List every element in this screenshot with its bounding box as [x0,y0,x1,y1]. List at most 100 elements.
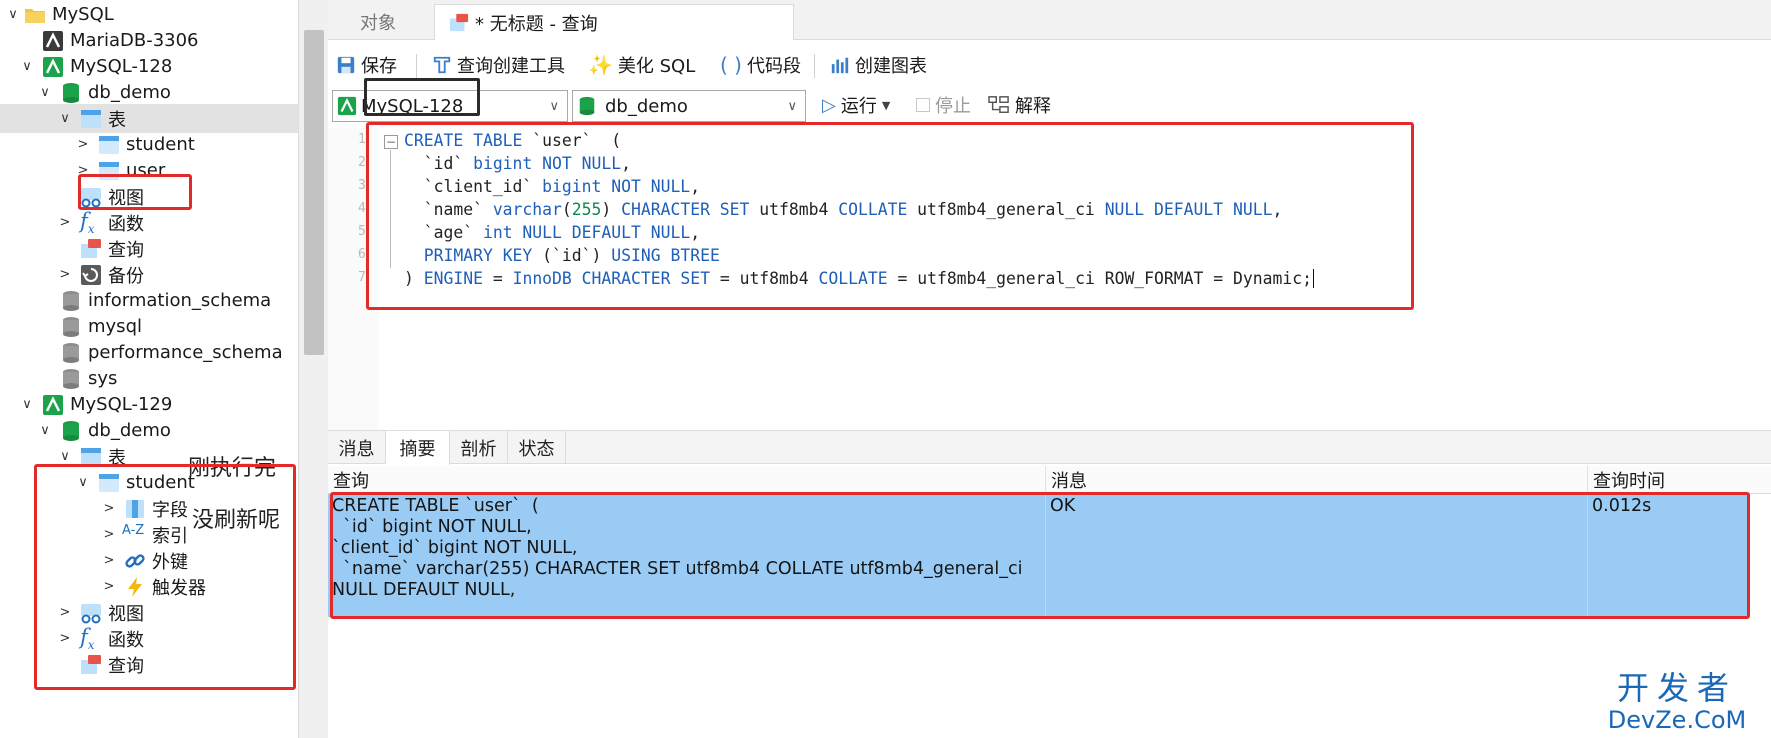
toolbar-separator [814,54,815,78]
code-snippet-button[interactable]: ( ) 代码段 [720,52,801,78]
tree-item-triggers[interactable]: > 触发器 [0,572,298,601]
table-folder-icon [81,110,101,128]
view-icon [81,188,101,208]
tree-scrollbar-thumb[interactable] [304,30,324,355]
chevron-down-icon[interactable]: ∨ [74,475,92,490]
tab-summary[interactable]: 摘要 [386,431,450,465]
tree-item-queries[interactable]: 查询 [0,234,298,263]
query-builder-button[interactable]: 查询创建工具 [432,52,565,78]
chevron-right-icon[interactable]: > [100,553,118,568]
chevron-right-icon[interactable]: > [100,579,118,594]
query-toolbar: MySQL-128 ∨ db_demo ∨ ▷ 运行 ▼ 停止 解释 [328,78,1771,126]
tree-item-mysql-129[interactable]: ∨ MySQL-129 [0,390,298,419]
tree-item-performance-schema[interactable]: performance_schema [0,338,298,367]
tree-item-label: student [126,472,195,493]
tree-item-mysql-folder[interactable]: ∨ MySQL [0,0,298,29]
tree-item-user[interactable]: > user [0,156,298,185]
tree-item-label: 外键 [152,551,188,573]
tab-profile[interactable]: 剖析 [450,431,508,464]
folder-icon [25,9,45,23]
chevron-down-icon[interactable]: ∨ [36,85,54,100]
database-select[interactable]: db_demo ∨ [572,90,806,122]
tab-status[interactable]: 状态 [508,431,566,464]
run-button[interactable]: ▷ 运行 ▼ [822,92,890,118]
database-icon [63,421,79,441]
column-header-message[interactable]: 消息 [1046,466,1588,494]
code-line-1: CREATE TABLE `user` ( [404,131,622,150]
caret-down-icon[interactable]: ▼ [882,99,890,112]
tree-item-functions-129[interactable]: > fx 函数 [0,624,298,653]
tree-item-queries-129[interactable]: 查询 [0,650,298,679]
tree-item-information-schema[interactable]: information_schema [0,286,298,315]
mariadb-connection-icon [43,31,63,51]
database-icon [63,83,79,103]
tree-item-backups[interactable]: > 备份 [0,260,298,289]
tree-item-student[interactable]: > student [0,130,298,159]
tree-item-tables[interactable]: ∨ 表 [0,104,298,133]
database-icon [63,291,79,311]
tree-item-db-demo[interactable]: ∨ db_demo [0,78,298,107]
fold-collapse-icon[interactable]: − [384,135,398,149]
play-icon: ▷ [822,94,836,116]
tree-item-label: MariaDB-3306 [70,30,199,51]
tree-item-mariadb-3306[interactable]: MariaDB-3306 [0,26,298,55]
tree-scrollbar[interactable] [298,0,328,738]
chevron-right-icon[interactable]: > [100,527,118,542]
chevron-right-icon[interactable]: > [100,501,118,516]
tree-item-db-demo-129[interactable]: ∨ db_demo [0,416,298,445]
tree-item-foreign-keys[interactable]: > 外键 [0,546,298,575]
tree-item-views[interactable]: 视图 [0,182,298,211]
chevron-right-icon[interactable]: > [56,605,74,620]
stop-button[interactable]: 停止 [916,92,971,118]
result-tab-bar: 消息 摘要 剖析 状态 [328,430,1771,465]
beautify-sql-button[interactable]: ✨ 美化 SQL [588,52,695,78]
explain-button[interactable]: 解释 [988,92,1051,118]
watermark-line-2: DevZe.CoM [1607,706,1747,734]
column-header-query[interactable]: 查询 [328,466,1046,494]
chevron-down-icon[interactable]: ∨ [56,449,74,464]
tree-item-label: db_demo [88,82,171,103]
tree-item-label: 索引 [152,525,188,547]
save-button[interactable]: 保存 [336,52,397,78]
connection-select[interactable]: MySQL-128 ∨ [332,90,568,122]
tree-item-mysql-db[interactable]: mysql [0,312,298,341]
create-chart-button[interactable]: 创建图表 [830,52,927,78]
tree-item-label: 函数 [108,213,144,235]
tree-item-sys[interactable]: sys [0,364,298,393]
foreign-key-icon [125,554,145,568]
cell-message[interactable]: OK [1046,494,1588,617]
chevron-down-icon[interactable]: ∨ [18,397,36,412]
cell-query[interactable]: CREATE TABLE `user` ( `id` bigint NOT NU… [328,494,1046,617]
tab-messages[interactable]: 消息 [328,431,386,464]
tree-item-label: MySQL-128 [70,56,173,77]
tree-item-label: mysql [88,316,142,337]
chevron-down-icon[interactable]: ∨ [18,59,36,74]
tree-item-mysql-128[interactable]: ∨ MySQL-128 [0,52,298,81]
tab-objects[interactable]: 对象 [328,4,428,40]
fields-icon [126,500,144,518]
table-row[interactable]: CREATE TABLE `user` ( `id` bigint NOT NU… [328,494,1748,617]
tree-item-label: information_schema [88,290,272,311]
chevron-right-icon[interactable]: > [56,267,74,282]
tree-item-functions[interactable]: > fx 函数 [0,208,298,237]
column-header-query-time[interactable]: 查询时间 [1588,466,1771,494]
code-line-3: `client_id` bigint NOT NULL, [404,177,701,196]
line-number: 5 [358,224,366,239]
tree-item-label: 触发器 [152,577,206,599]
line-number: 2 [358,155,366,170]
sql-editor[interactable]: 1 2 3 4 5 6 7 − CREATE TABLE `user` ( `i… [328,122,1771,430]
tab-untitled-query[interactable]: * 无标题 - 查询 [434,4,794,40]
cell-query-time[interactable]: 0.012s [1588,494,1748,617]
backup-icon [81,265,101,285]
chevron-down-icon[interactable]: ∨ [56,111,74,126]
chevron-down-icon[interactable]: ∨ [36,423,54,438]
chevron-right-icon[interactable]: > [56,215,74,230]
chevron-right-icon[interactable]: > [74,163,92,178]
code-line-5: `age` int NULL DEFAULT NULL, [404,223,701,242]
chevron-right-icon[interactable]: > [74,137,92,152]
chart-icon [831,57,849,74]
chevron-down-icon[interactable]: ∨ [4,7,22,22]
tree-item-views-129[interactable]: > 视图 [0,598,298,627]
tree-item-label: 查询 [108,655,144,677]
chevron-right-icon[interactable]: > [56,631,74,646]
